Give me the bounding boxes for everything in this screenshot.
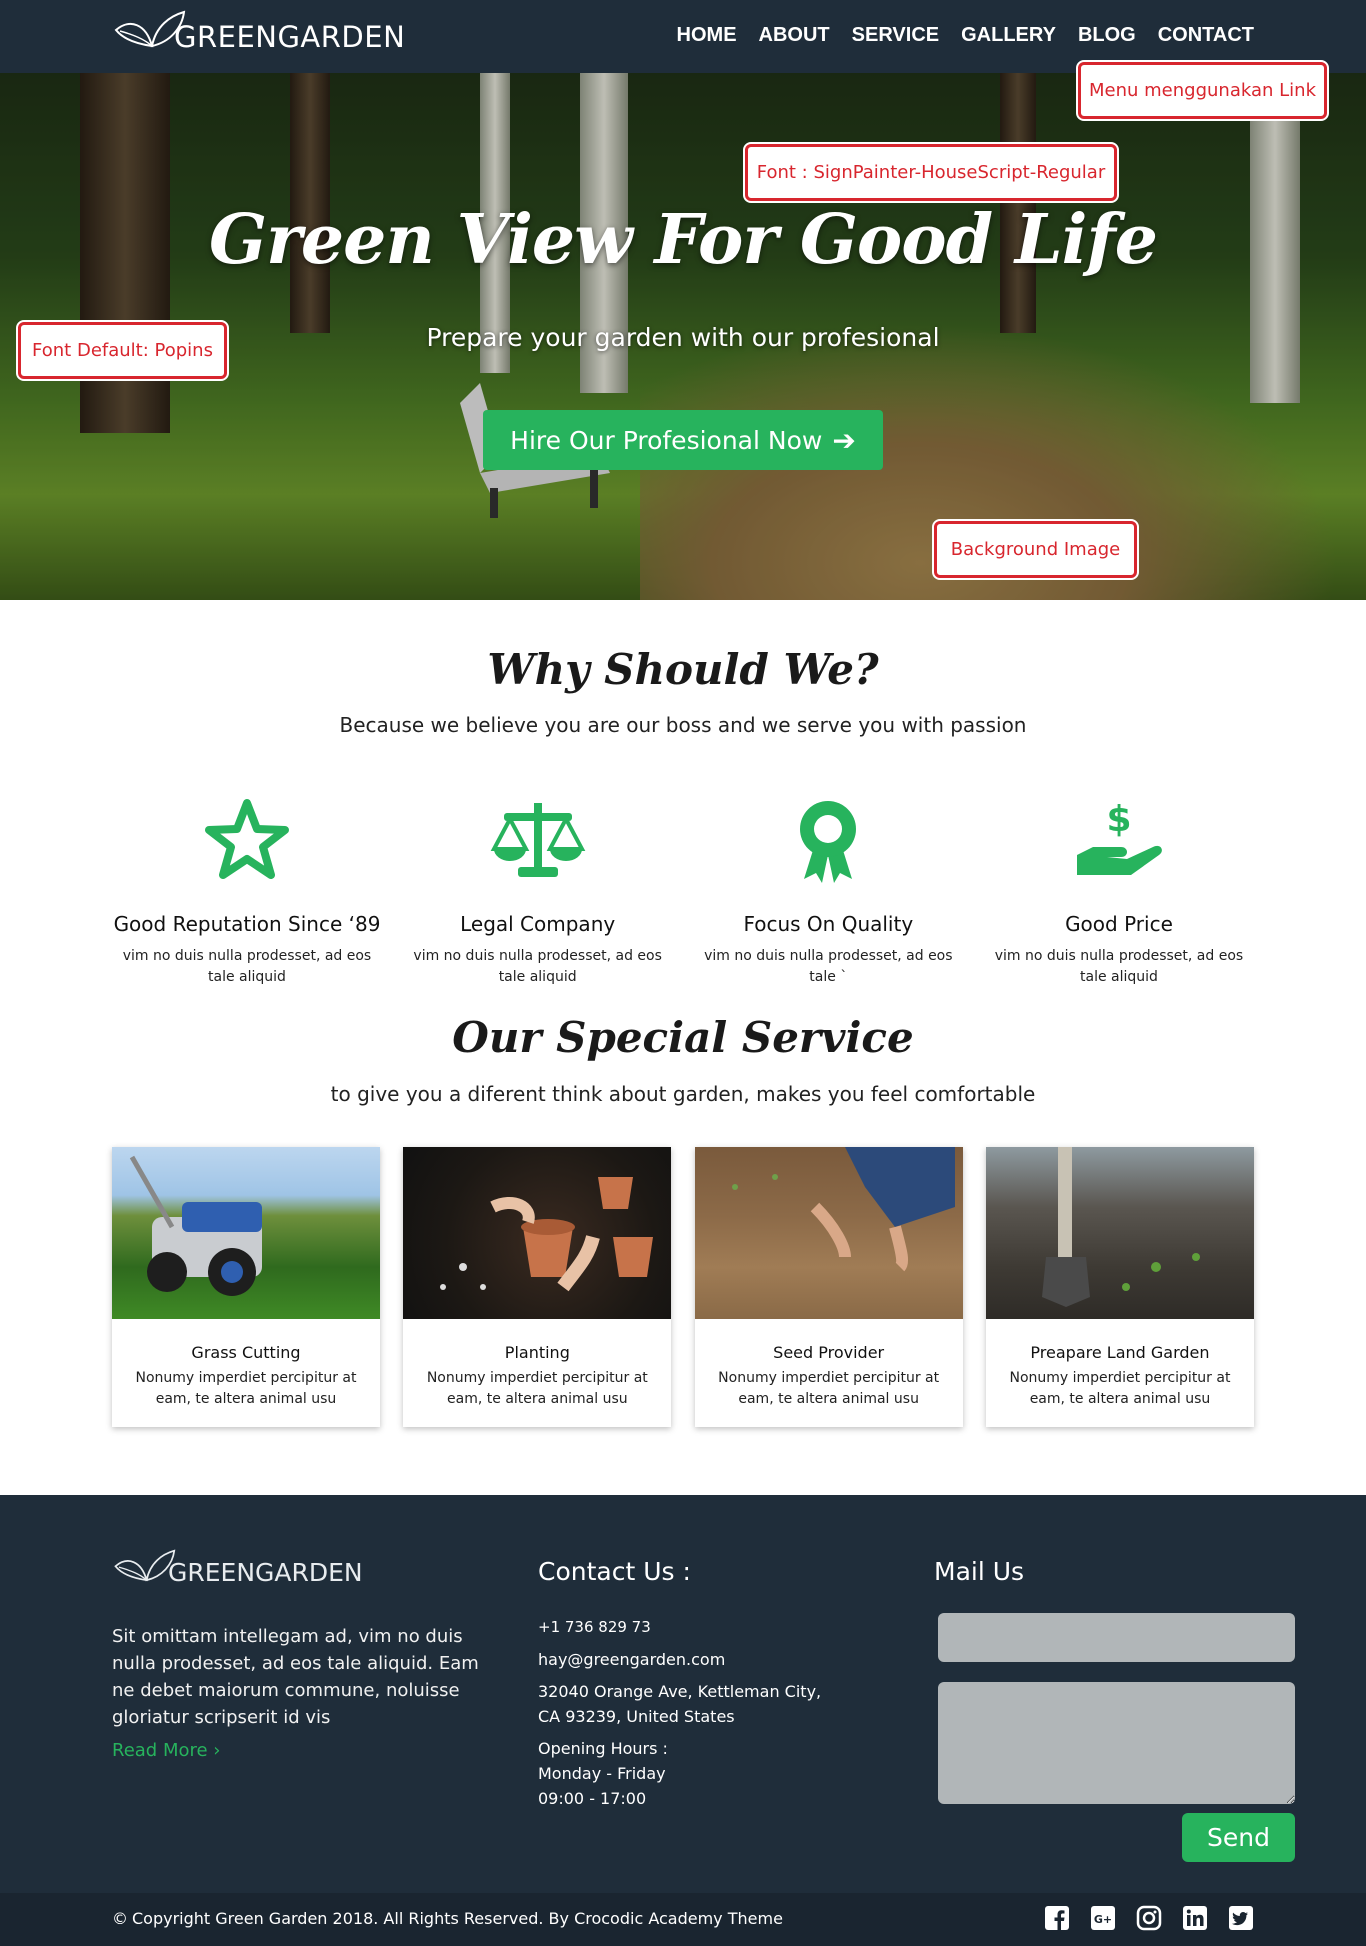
opening-hours-label: Opening Hours :	[538, 1739, 668, 1758]
contact-address-2: CA 93239, United States	[538, 1707, 735, 1726]
feature-title: Good Price	[1065, 912, 1173, 936]
services-subtitle: to give you a diferent think about garde…	[330, 1082, 1036, 1106]
annotation-font-script: Font : SignPainter-HouseScript-Regular	[745, 144, 1117, 201]
feature-title: Focus On Quality	[743, 912, 914, 936]
feature-item: $ Good Price vim no duis nulla prodesset…	[984, 790, 1254, 988]
service-image-seed-provider	[694, 1147, 963, 1319]
soil-hands-graphic	[731, 1147, 955, 1272]
copyright-bar: © Copyright Green Garden 2018. All Right…	[0, 1893, 1366, 1946]
copyright-icon: ©	[112, 1909, 128, 1928]
lawnmower-graphic	[129, 1155, 262, 1296]
contact-email[interactable]: hay@greengarden.com	[538, 1647, 821, 1672]
service-title: Preapare Land Garden	[1030, 1343, 1210, 1362]
footer: GREENGARDEN Sit omittam intellegam ad, v…	[0, 1495, 1366, 1893]
copyright-text: Copyright Green Garden 2018. All Rights …	[132, 1909, 783, 1928]
service-title: Seed Provider	[773, 1343, 885, 1362]
feature-text: vim no duis nulla prodesset, ad eos tale…	[704, 948, 953, 985]
menu-contact[interactable]: CONTACT	[1158, 24, 1254, 47]
service-card[interactable]: Seed Provider Nonumy imperdiet percipitu…	[694, 1147, 963, 1427]
award-icon	[800, 801, 857, 883]
mail-input[interactable]	[938, 1613, 1295, 1662]
service-text: Nonumy imperdiet percipitur at eam, te a…	[1009, 1370, 1231, 1407]
service-title: Grass Cutting	[191, 1343, 301, 1362]
hire-professional-button[interactable]: Hire Our Profesional Now ➔	[483, 410, 883, 470]
service-card[interactable]: Grass Cutting Nonumy imperdiet percipitu…	[112, 1147, 380, 1427]
feature-title: Legal Company	[460, 912, 616, 936]
mail-message-textarea[interactable]	[938, 1682, 1295, 1804]
brand-logo[interactable]: GREENGARDEN	[112, 8, 405, 56]
menu-service[interactable]: SERVICE	[852, 24, 939, 47]
feature-title: Good Reputation Since ‘89	[113, 912, 381, 936]
feature-item: Legal Company vim no duis nulla prodesse…	[403, 790, 673, 988]
svg-text:$: $	[1106, 799, 1131, 840]
contact-phone: +1 736 829 73	[538, 1618, 651, 1636]
service-image-prepare-land	[985, 1147, 1254, 1319]
menu-about[interactable]: ABOUT	[759, 24, 830, 47]
footer-about: Sit omittam intellegam ad, vim no duis n…	[112, 1626, 479, 1728]
service-text: Nonumy imperdiet percipitur at eam, te a…	[135, 1370, 357, 1407]
feature-text: vim no duis nulla prodesset, ad eos tale…	[413, 948, 662, 985]
footer-brand-name: GREENGARDEN	[168, 1557, 363, 1587]
service-card[interactable]: Planting Nonumy imperdiet percipitur at …	[403, 1147, 672, 1427]
arrow-right-icon: ➔	[832, 423, 856, 457]
pots-graphic	[440, 1177, 654, 1292]
cta-label: Hire Our Profesional Now	[510, 425, 823, 455]
service-text: Nonumy imperdiet percipitur at eam, te a…	[718, 1370, 940, 1407]
service-title: Planting	[504, 1343, 570, 1362]
service-image-grass-cutting	[112, 1147, 380, 1319]
copyright: © Copyright Green Garden 2018. All Right…	[112, 1909, 783, 1928]
svg-text:G+: G+	[1094, 1913, 1112, 1926]
instagram-icon[interactable]	[1136, 1905, 1162, 1931]
contact-heading: Contact Us :	[538, 1557, 691, 1586]
feature-item: Good Reputation Since ‘89 vim no duis nu…	[112, 790, 382, 988]
social-links: G+	[1044, 1905, 1254, 1931]
hand-dollar-icon: $	[1076, 799, 1162, 875]
facebook-icon[interactable]	[1044, 1905, 1070, 1931]
google-plus-icon[interactable]: G+	[1090, 1905, 1116, 1931]
service-image-planting	[403, 1147, 672, 1319]
shovel-graphic	[1041, 1147, 1200, 1307]
services-title: Our Special Service	[452, 1013, 914, 1062]
feature-item: Focus On Quality vim no duis nulla prode…	[693, 790, 963, 988]
feature-text: vim no duis nulla prodesset, ad eos tale…	[122, 948, 372, 985]
service-card[interactable]: Preapare Land Garden Nonumy imperdiet pe…	[985, 1147, 1254, 1427]
scale-icon	[490, 803, 585, 877]
mail-heading: Mail Us	[934, 1557, 1025, 1586]
annotation-font-default: Font Default: Popins	[18, 322, 227, 379]
annotation-background: Background Image	[934, 521, 1137, 578]
why-title: Why Should We?	[487, 645, 879, 694]
star-icon	[205, 799, 289, 879]
brand-name: GREENGARDEN	[174, 20, 406, 54]
feature-text: vim no duis nulla prodesset, ad eos tale…	[994, 948, 1244, 985]
linkedin-icon[interactable]	[1182, 1905, 1208, 1931]
hero-title: Green View For Good Life	[209, 200, 1158, 280]
send-button[interactable]: Send	[1182, 1813, 1295, 1862]
main-menu: HOME ABOUT SERVICE GALLERY BLOG CONTACT	[677, 24, 1254, 47]
service-text: Nonumy imperdiet percipitur at eam, te a…	[426, 1370, 648, 1407]
contact-info: +1 736 829 73 hay@greengarden.com 32040 …	[538, 1615, 821, 1818]
contact-address-1: 32040 Orange Ave, Kettleman City,	[538, 1682, 822, 1701]
features-row: Good Reputation Since ‘89 vim no duis nu…	[112, 790, 1254, 988]
menu-gallery[interactable]: GALLERY	[961, 24, 1056, 47]
leaf-logo-icon	[114, 1549, 176, 1582]
opening-hours-time: 09:00 - 17:00	[538, 1789, 647, 1808]
services-row: Grass Cutting Nonumy imperdiet percipitu…	[112, 1147, 1254, 1427]
menu-blog[interactable]: BLOG	[1078, 24, 1136, 47]
footer-logo[interactable]: GREENGARDEN	[112, 1547, 363, 1589]
annotation-menu: Menu menggunakan Link	[1078, 62, 1327, 119]
opening-hours-days: Monday - Friday	[538, 1764, 666, 1783]
menu-home[interactable]: HOME	[677, 24, 737, 47]
twitter-icon[interactable]	[1228, 1905, 1254, 1931]
why-subtitle: Because we believe you are our boss and …	[339, 713, 1027, 737]
read-more-link[interactable]: Read More ›	[112, 1740, 221, 1761]
